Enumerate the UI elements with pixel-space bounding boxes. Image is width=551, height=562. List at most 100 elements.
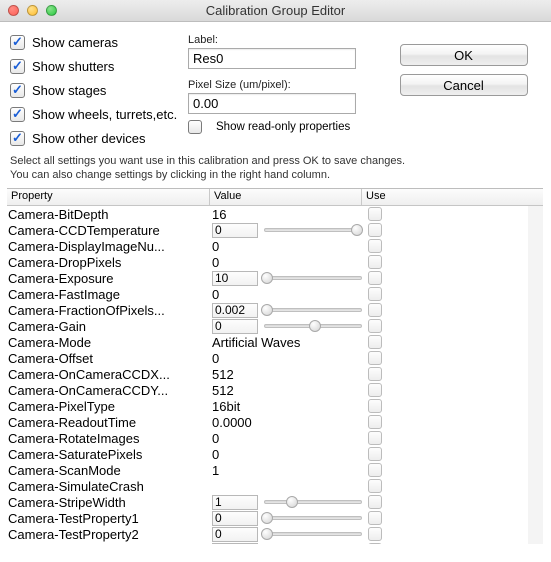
- show-other-checkbox[interactable]: [10, 131, 25, 146]
- value-slider[interactable]: [264, 500, 362, 504]
- use-checkbox[interactable]: [368, 399, 382, 413]
- property-value-cell[interactable]: 0: [210, 254, 362, 270]
- use-checkbox[interactable]: [368, 479, 382, 493]
- slider-thumb-icon[interactable]: [261, 304, 273, 316]
- property-value-cell[interactable]: 0: [210, 286, 362, 302]
- use-checkbox[interactable]: [368, 351, 382, 365]
- property-value-cell[interactable]: 0: [210, 430, 362, 446]
- property-value-cell[interactable]: [210, 526, 362, 542]
- value-spinner[interactable]: [212, 511, 258, 526]
- use-cell: [362, 415, 543, 429]
- use-checkbox[interactable]: [368, 495, 382, 509]
- slider-thumb-icon[interactable]: [261, 528, 273, 540]
- use-checkbox[interactable]: [368, 335, 382, 349]
- value-spinner[interactable]: [212, 495, 258, 510]
- table-row: Camera-PixelType16bit: [7, 398, 543, 414]
- value-spinner[interactable]: [212, 223, 258, 238]
- value-slider[interactable]: [264, 516, 362, 520]
- use-checkbox[interactable]: [368, 527, 382, 541]
- header-property[interactable]: Property: [7, 189, 210, 205]
- label-input[interactable]: [188, 48, 356, 69]
- value-slider[interactable]: [264, 308, 362, 312]
- property-value-cell[interactable]: 512: [210, 382, 362, 398]
- show-wheels-checkbox[interactable]: [10, 107, 25, 122]
- pixelsize-input[interactable]: [188, 93, 356, 114]
- property-value-cell[interactable]: 0: [210, 446, 362, 462]
- property-value-cell[interactable]: [210, 494, 362, 510]
- titlebar: Calibration Group Editor: [0, 0, 551, 22]
- use-cell: [362, 207, 543, 221]
- table-row: Camera-FastImage0: [7, 286, 543, 302]
- use-cell: [362, 367, 543, 381]
- header-use[interactable]: Use: [362, 189, 543, 205]
- use-cell: [362, 431, 543, 445]
- property-value-cell[interactable]: [210, 222, 362, 238]
- value-spinner[interactable]: [212, 543, 258, 545]
- ok-button[interactable]: OK: [400, 44, 528, 66]
- property-value-cell[interactable]: 16: [210, 206, 362, 222]
- property-value-cell[interactable]: 16bit: [210, 398, 362, 414]
- property-value-cell[interactable]: [210, 510, 362, 526]
- slider-thumb-icon[interactable]: [286, 496, 298, 508]
- value-slider[interactable]: [264, 276, 362, 280]
- value-spinner[interactable]: [212, 271, 258, 286]
- show-stages-checkbox[interactable]: [10, 83, 25, 98]
- property-name: Camera-Gain: [7, 319, 210, 334]
- value-slider[interactable]: [264, 324, 362, 328]
- property-value-cell[interactable]: 1: [210, 462, 362, 478]
- value-slider[interactable]: [264, 228, 362, 232]
- use-checkbox[interactable]: [368, 543, 382, 544]
- property-value-cell[interactable]: [210, 542, 362, 544]
- use-checkbox[interactable]: [368, 271, 382, 285]
- use-checkbox[interactable]: [368, 239, 382, 253]
- table-row: Camera-DropPixels0: [7, 254, 543, 270]
- property-value-cell[interactable]: [210, 318, 362, 334]
- vertical-scrollbar[interactable]: [528, 206, 543, 544]
- use-checkbox[interactable]: [368, 207, 382, 221]
- show-cameras-checkbox[interactable]: [10, 35, 25, 50]
- use-checkbox[interactable]: [368, 319, 382, 333]
- cancel-button[interactable]: Cancel: [400, 74, 528, 96]
- value-spinner[interactable]: [212, 527, 258, 542]
- value-text: 0: [212, 431, 219, 446]
- use-checkbox[interactable]: [368, 447, 382, 461]
- show-shutters-checkbox[interactable]: [10, 59, 25, 74]
- property-value-cell[interactable]: [210, 270, 362, 286]
- value-text: 1: [212, 463, 219, 478]
- property-value-cell[interactable]: 0: [210, 238, 362, 254]
- property-value-cell[interactable]: [210, 302, 362, 318]
- slider-thumb-icon[interactable]: [309, 320, 321, 332]
- slider-thumb-icon[interactable]: [261, 512, 273, 524]
- value-spinner[interactable]: [212, 303, 258, 318]
- value-slider[interactable]: [264, 532, 362, 536]
- header-value[interactable]: Value: [210, 189, 362, 205]
- value-text: 16bit: [212, 399, 240, 414]
- use-checkbox[interactable]: [368, 303, 382, 317]
- use-checkbox[interactable]: [368, 511, 382, 525]
- use-checkbox[interactable]: [368, 367, 382, 381]
- use-checkbox[interactable]: [368, 223, 382, 237]
- property-value-cell[interactable]: Artificial Waves: [210, 334, 362, 350]
- property-name: Camera-ScanMode: [7, 463, 210, 478]
- property-value-cell[interactable]: 512: [210, 366, 362, 382]
- use-checkbox[interactable]: [368, 287, 382, 301]
- show-readonly-checkbox[interactable]: [188, 120, 202, 134]
- use-checkbox[interactable]: [368, 383, 382, 397]
- property-name: Camera-DisplayImageNu...: [7, 239, 210, 254]
- use-checkbox[interactable]: [368, 255, 382, 269]
- table-row: Camera-BitDepth16: [7, 206, 543, 222]
- use-checkbox[interactable]: [368, 415, 382, 429]
- property-name: Camera-BitDepth: [7, 207, 210, 222]
- value-spinner[interactable]: [212, 319, 258, 334]
- property-value-cell[interactable]: 0: [210, 350, 362, 366]
- use-checkbox[interactable]: [368, 463, 382, 477]
- use-checkbox[interactable]: [368, 431, 382, 445]
- value-text: 16: [212, 207, 226, 222]
- property-value-cell[interactable]: 0.0000: [210, 414, 362, 430]
- table-row: Camera-SimulateCrash: [7, 478, 543, 494]
- value-text: 0: [212, 351, 219, 366]
- table-row: Camera-DisplayImageNu...0: [7, 238, 543, 254]
- slider-thumb-icon[interactable]: [261, 272, 273, 284]
- property-value-cell[interactable]: [210, 478, 362, 494]
- slider-thumb-icon[interactable]: [351, 224, 363, 236]
